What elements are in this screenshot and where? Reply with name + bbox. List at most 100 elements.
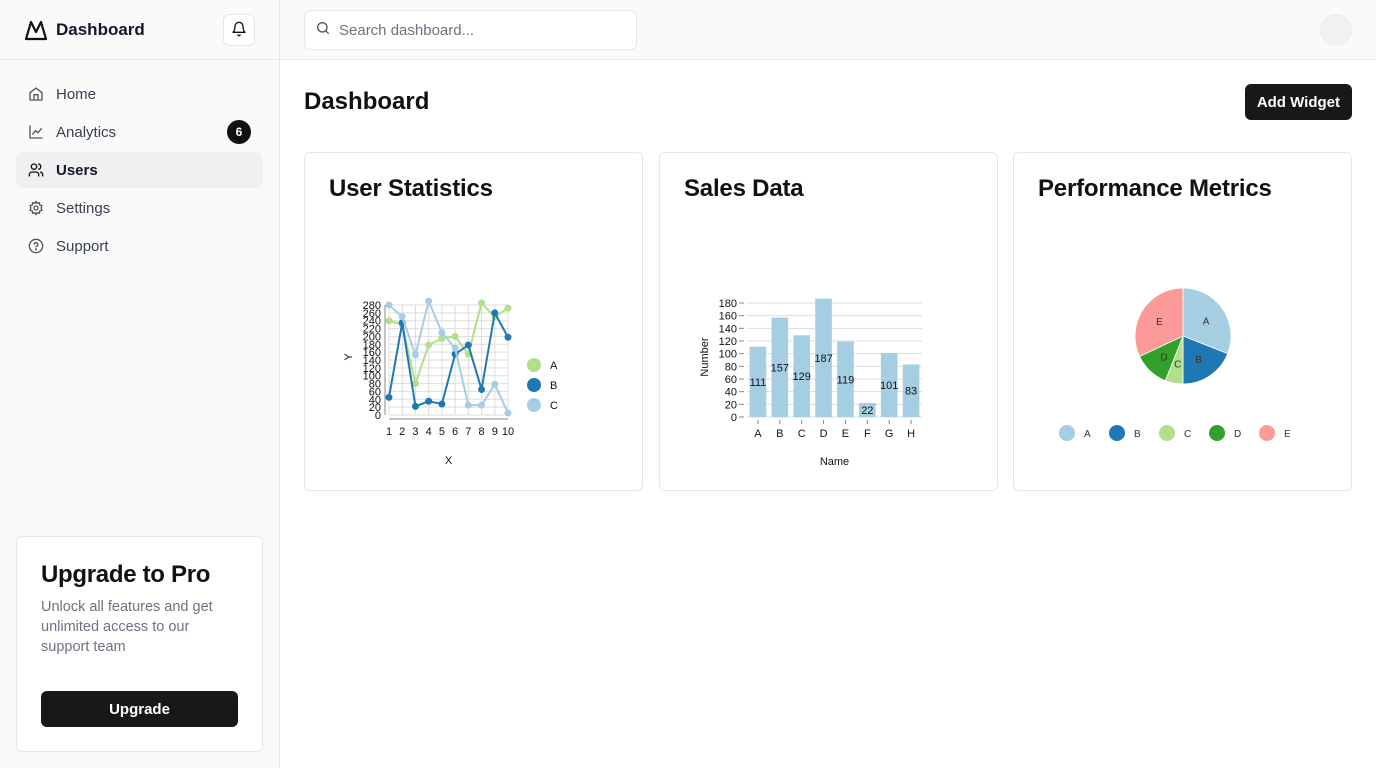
x-tick-label: 9 (492, 426, 498, 438)
legend-swatch (1159, 425, 1175, 441)
sidebar-item-analytics[interactable]: Analytics 6 (16, 114, 263, 150)
y-tick-label: 100 (719, 349, 737, 361)
legend-swatch (1259, 425, 1275, 441)
x-axis-title: Name (820, 456, 849, 468)
search-input[interactable] (339, 21, 619, 39)
data-point (411, 351, 419, 359)
x-tick-label: 7 (465, 426, 471, 438)
data-point (491, 309, 499, 317)
x-tick-label: A (754, 428, 762, 440)
upgrade-description: Unlock all features and get unlimited ac… (41, 599, 213, 655)
y-tick-label: 20 (725, 399, 737, 411)
y-tick-label: 40 (725, 387, 737, 399)
legend-swatch (527, 378, 541, 392)
sidebar-item-label: Users (56, 161, 98, 179)
bar-value-label: 111 (750, 377, 767, 389)
brand-bar: Dashboard (0, 0, 279, 60)
legend-label: C (1184, 429, 1191, 440)
add-widget-button[interactable]: Add Widget (1244, 84, 1352, 120)
data-point (438, 329, 446, 336)
data-point (464, 341, 472, 349)
bell-icon (231, 21, 247, 40)
home-icon (28, 86, 44, 102)
page-title: Dashboard (304, 88, 430, 115)
data-point (478, 401, 486, 409)
bar-value-label: 22 (861, 405, 873, 417)
data-point (385, 317, 393, 325)
data-point (504, 333, 512, 341)
performance-metrics-card: Performance Metrics ABCDEABCDE (1013, 152, 1352, 491)
legend-swatch (1059, 425, 1075, 441)
data-point (425, 341, 433, 349)
sidebar: Dashboard Home Analytics 6 Users Setting… (0, 0, 280, 768)
bar-value-label: 101 (880, 380, 898, 392)
legend-swatch (1109, 425, 1125, 441)
topbar (280, 0, 1376, 60)
user-statistics-line-chart: 0204060801001201401601802002202402602801… (343, 297, 558, 467)
bar-value-label: 157 (771, 362, 789, 374)
y-tick-label: 120 (719, 336, 737, 348)
legend-label: C (550, 400, 558, 412)
sidebar-item-settings[interactable]: Settings (16, 190, 263, 226)
chart-line-icon (28, 124, 44, 140)
bar-value-label: 119 (837, 374, 855, 386)
upgrade-title: Upgrade to Pro (41, 561, 211, 588)
sidebar-item-label: Settings (56, 199, 111, 217)
search-icon (315, 20, 331, 41)
y-tick-label: 0 (731, 412, 737, 424)
data-point (385, 393, 393, 401)
legend-swatch (527, 358, 541, 372)
x-tick-label: H (907, 428, 915, 440)
data-point (504, 304, 512, 312)
data-point (491, 380, 499, 388)
legend-label: D (1234, 429, 1241, 440)
data-point (438, 400, 446, 408)
legend-swatch (527, 398, 541, 412)
x-tick-label: 1 (386, 426, 392, 438)
bar-value-label: 83 (905, 386, 917, 398)
avatar[interactable] (1320, 14, 1352, 46)
y-tick-label: 280 (363, 300, 381, 312)
sales-data-card: Sales Data 0 20 40 60 80 100 120 140 160 180 Numbe… (659, 152, 998, 491)
data-point (385, 301, 393, 309)
x-tick-label: D (820, 428, 828, 440)
data-point (504, 409, 512, 417)
x-tick-label: 4 (426, 426, 432, 438)
x-axis-title: X (445, 455, 453, 467)
help-circle-icon (28, 238, 44, 254)
legend-label: B (550, 380, 557, 392)
data-point (425, 297, 433, 305)
x-tick-label: 8 (478, 426, 484, 438)
x-tick-label: E (842, 428, 849, 440)
x-tick-label: 6 (452, 426, 458, 438)
x-tick-label: 10 (502, 426, 514, 438)
pie-slice-label: D (1160, 352, 1167, 363)
mountain-logo-icon (24, 18, 48, 42)
gear-icon (28, 200, 44, 216)
data-point (478, 299, 486, 307)
y-axis-title: Number (699, 337, 711, 376)
sidebar-item-support[interactable]: Support (16, 228, 263, 264)
sidebar-item-label: Support (56, 237, 109, 255)
sales-data-bar-chart: 020406080100120140160180 Number Name 111 A 15… (699, 298, 922, 468)
legend-swatch (1209, 425, 1225, 441)
x-tick-label: 3 (412, 426, 418, 438)
bar-value-label: 187 (814, 353, 832, 365)
search-box[interactable] (304, 10, 637, 50)
sidebar-item-label: Analytics (56, 123, 117, 141)
upgrade-card: Upgrade to Pro Unlock all features and g… (16, 536, 263, 752)
notifications-button[interactable] (223, 14, 255, 46)
pie-slice-label: B (1195, 355, 1202, 366)
y-tick-label: 80 (725, 361, 737, 373)
sidebar-item-home[interactable]: Home (16, 76, 263, 112)
legend-label: A (1084, 429, 1091, 440)
y-tick-label: 160 (719, 311, 737, 323)
pie-slice-label: A (1203, 316, 1210, 327)
y-tick-label: 140 (719, 323, 737, 335)
data-point (451, 344, 459, 352)
data-point (464, 401, 472, 409)
sidebar-item-users[interactable]: Users (16, 152, 263, 188)
upgrade-button[interactable]: Upgrade (41, 691, 238, 727)
x-tick-label: B (776, 428, 783, 440)
sidebar-nav: Home Analytics 6 Users Settings Support (0, 60, 279, 264)
